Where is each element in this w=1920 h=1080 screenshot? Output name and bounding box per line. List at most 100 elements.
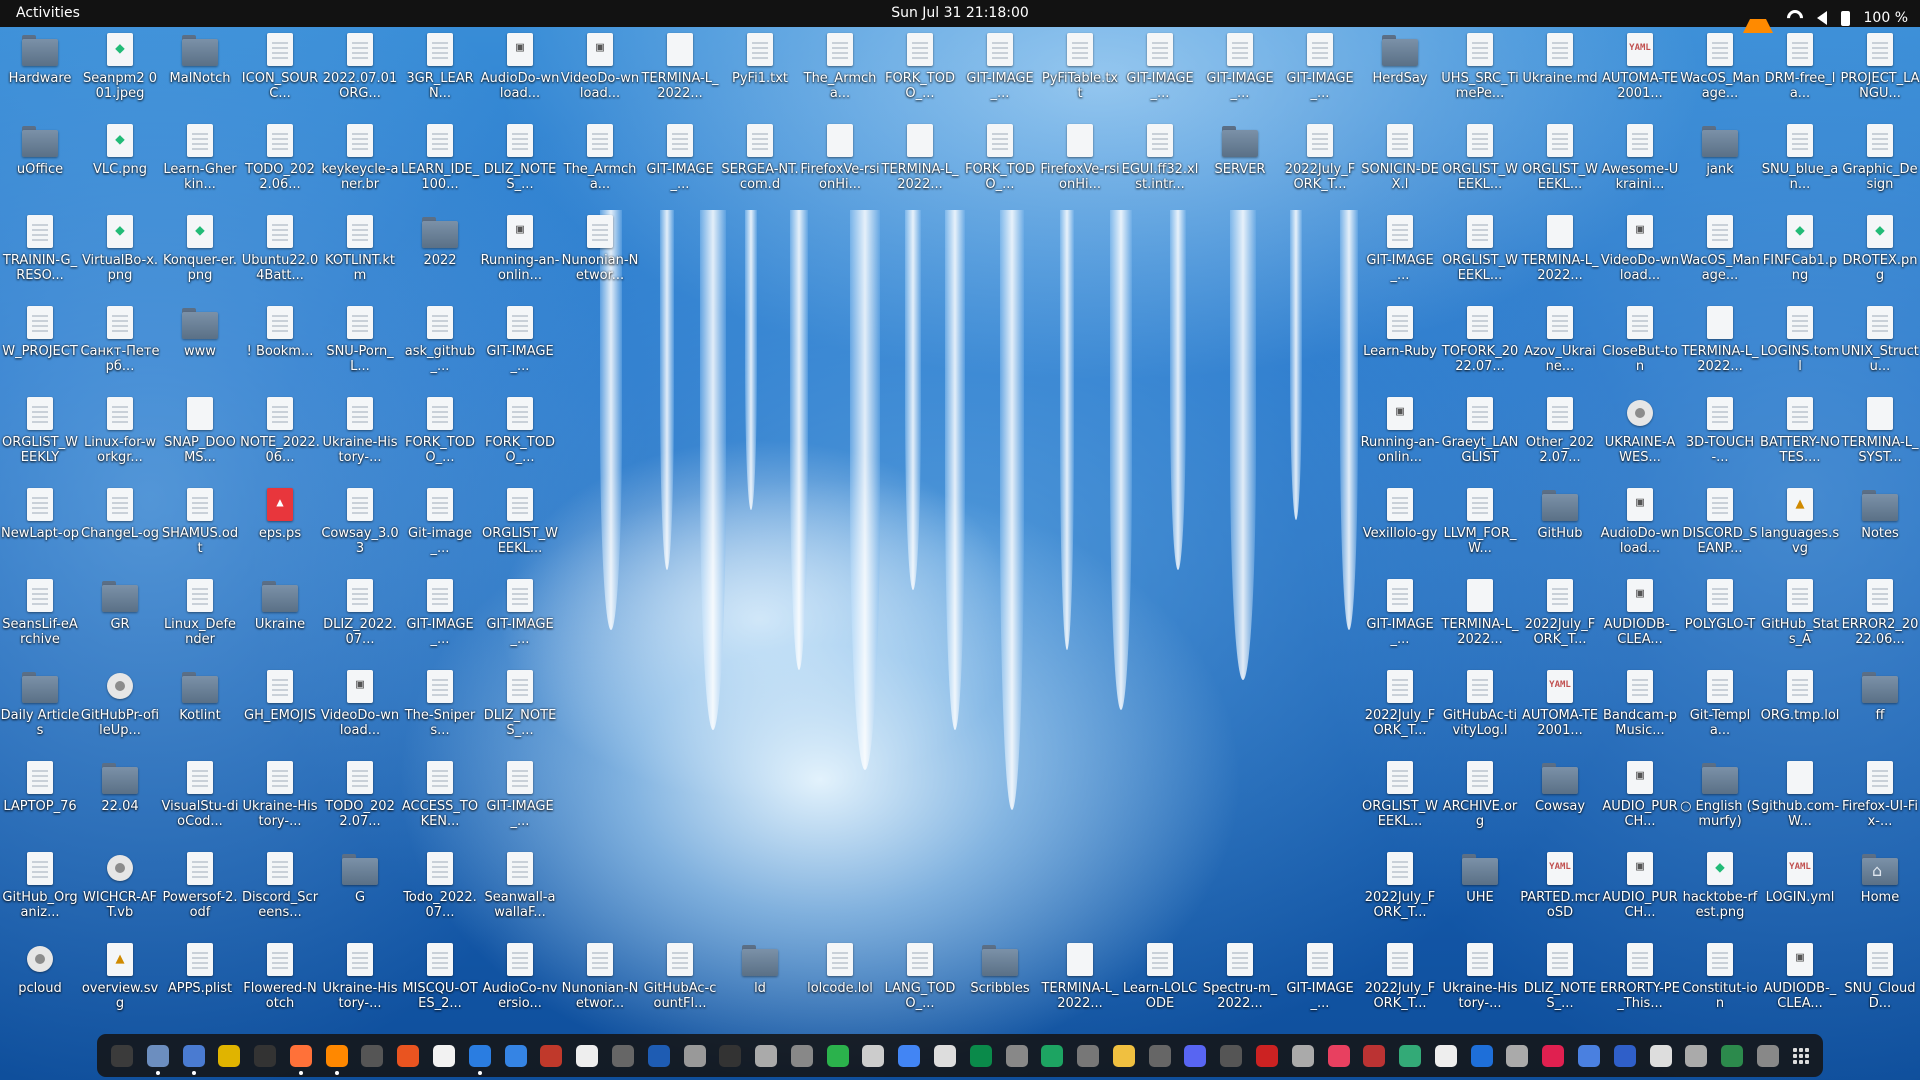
desktop-icon[interactable]: The-Snipers... xyxy=(400,669,480,738)
desktop-icon[interactable]: ○ English (Smurfy) xyxy=(1680,760,1760,829)
desktop-icon[interactable]: Git-Templa... xyxy=(1680,669,1760,738)
desktop-icon[interactable]: FORK_TODO_... xyxy=(400,396,480,465)
desktop-icon[interactable]: VisualStu-dioCod... xyxy=(160,760,240,829)
desktop-icon[interactable]: SNAP_DOOMS... xyxy=(160,396,240,465)
desktop-icon[interactable]: The_Armcha... xyxy=(560,123,640,192)
desktop-icon[interactable]: GIT-IMAGE_... xyxy=(1200,32,1280,101)
dock-terminal2-icon[interactable] xyxy=(254,1044,277,1067)
desktop-icon[interactable]: Graphic_Design xyxy=(1840,123,1920,192)
dock-app22-icon[interactable] xyxy=(1685,1044,1708,1067)
desktop-icon[interactable]: KOTLINT.ktm xyxy=(320,214,400,283)
desktop-icon[interactable]: TERMINA-L_SYST... xyxy=(1840,396,1920,465)
dock-inkscape-icon[interactable] xyxy=(719,1044,742,1067)
desktop-icon[interactable]: FORK_TODO_... xyxy=(960,123,1040,192)
desktop-icon[interactable]: LAPTOP_76 xyxy=(0,760,80,814)
desktop-icon[interactable]: Spectru-m_2022... xyxy=(1200,942,1280,1011)
desktop-icon[interactable]: SERVER xyxy=(1200,123,1280,177)
desktop-icon[interactable]: ORGLIST_WEEKLY xyxy=(0,396,80,465)
desktop-icon[interactable]: Graeyt_LANGLIST xyxy=(1440,396,1520,465)
dock-discord-icon[interactable] xyxy=(1184,1044,1207,1067)
dock-calc-icon[interactable] xyxy=(826,1044,849,1067)
desktop-icon[interactable]: SNU-Porn_L... xyxy=(320,305,400,374)
desktop-icon[interactable]: CloseBut-ton xyxy=(1600,305,1680,374)
desktop-icon[interactable]: 2022 xyxy=(400,214,480,268)
dock-virtualbox-icon[interactable] xyxy=(647,1044,670,1067)
desktop-icon[interactable]: ◆ Seanpm2 001.jpeg xyxy=(80,32,160,101)
desktop-icon[interactable]: GIT-IMAGE_... xyxy=(400,578,480,647)
desktop-icon[interactable]: FORK_TODO_... xyxy=(480,396,560,465)
desktop-icon[interactable]: Learn-Gherkin... xyxy=(160,123,240,192)
desktop-icon[interactable]: ▲ eps.ps xyxy=(240,487,320,541)
dock-show-apps-icon[interactable] xyxy=(1792,1047,1809,1064)
desktop-icon[interactable]: github.com-W... xyxy=(1760,760,1840,829)
desktop-icon[interactable]: SERGEA-NT.com.d xyxy=(720,123,800,192)
desktop-icon[interactable]: ORG.tmp.lol xyxy=(1760,669,1840,723)
desktop-icon[interactable]: POLYGLO-T xyxy=(1680,578,1760,632)
desktop-icon[interactable]: Firefox-UI-Fix-... xyxy=(1840,760,1920,829)
desktop-icon[interactable]: GIT-IMAGE_... xyxy=(1360,578,1440,647)
desktop-icon[interactable]: GIT-IMAGE_... xyxy=(1120,32,1200,101)
desktop-icon[interactable]: ▣ VideoDo-wnload... xyxy=(560,32,640,101)
dock-app5-icon[interactable] xyxy=(1005,1044,1028,1067)
desktop-icon[interactable]: ▣ AUDIODB-_CLEA... xyxy=(1600,578,1680,647)
desktop-icon[interactable]: TERMINA-L_2022... xyxy=(1040,942,1120,1011)
desktop-icon[interactable]: Linux-for-workgr... xyxy=(80,396,160,465)
dock-app3-icon[interactable] xyxy=(933,1044,956,1067)
desktop-icon[interactable]: SNU_blue_an... xyxy=(1760,123,1840,192)
desktop-icon[interactable]: ARCHIVE.org xyxy=(1440,760,1520,829)
desktop-icon[interactable]: lolcode.lol xyxy=(800,942,880,996)
desktop-icon[interactable]: ORGLIST_WEEKL... xyxy=(1440,214,1520,283)
desktop-icon[interactable]: Linux_Defender xyxy=(160,578,240,647)
desktop-icon[interactable]: TERMINA-L_2022... xyxy=(880,123,960,192)
dock-writer-icon[interactable] xyxy=(468,1044,491,1075)
desktop-icon[interactable]: TERMINA-L_2022... xyxy=(1680,305,1760,374)
volume-icon[interactable] xyxy=(1816,11,1827,25)
desktop-icon[interactable]: DLIZ_2022.07... xyxy=(320,578,400,647)
wifi-icon[interactable] xyxy=(1783,6,1806,30)
desktop-icon[interactable]: ACCESS_TOKEN... xyxy=(400,760,480,829)
desktop-icon[interactable]: UHS_SRC_TimePe... xyxy=(1440,32,1520,101)
desktop-icon[interactable]: TERMINA-L_2022... xyxy=(640,32,720,101)
desktop-icon[interactable]: DRM-free_la... xyxy=(1760,32,1840,101)
desktop-icon[interactable]: UHE xyxy=(1440,851,1520,905)
desktop-icon[interactable]: ◆ DROTEX.png xyxy=(1840,214,1920,283)
desktop-icon[interactable]: ▣ Running-an-onlin... xyxy=(1360,396,1440,465)
desktop-icon[interactable]: YAML AUTOMA-TE2001... xyxy=(1600,32,1680,101)
desktop-icon[interactable]: Hardware xyxy=(0,32,80,86)
desktop-icon[interactable]: MalNotch xyxy=(160,32,240,86)
desktop-icon[interactable]: LANG_TODO_... xyxy=(880,942,960,1011)
desktop-icon[interactable]: GIT-IMAGE_... xyxy=(960,32,1040,101)
desktop-icon[interactable]: ◆ Konquer-er.png xyxy=(160,214,240,283)
dock-app15-icon[interactable] xyxy=(1434,1044,1457,1067)
desktop-icon[interactable]: LLVM_FOR_W... xyxy=(1440,487,1520,556)
desktop-icon[interactable]: GitHub_Stats_A xyxy=(1760,578,1840,647)
desktop-icon[interactable]: TODO_2022.06... xyxy=(240,123,320,192)
desktop-icon[interactable]: YAML PARTED.mcroSD xyxy=(1520,851,1600,920)
dock-app18-icon[interactable] xyxy=(1542,1044,1565,1067)
desktop-icon[interactable]: FORK_TODO_... xyxy=(880,32,960,101)
desktop-icon[interactable]: UKRAINE-AWES... xyxy=(1600,396,1680,465)
dock-vlc-icon[interactable] xyxy=(325,1044,348,1075)
desktop-icon[interactable]: ◆ FINFCab1.png xyxy=(1760,214,1840,283)
desktop-icon[interactable]: Awesome-Ukraini... xyxy=(1600,123,1680,192)
desktop-icon[interactable]: 2022.07.01ORG... xyxy=(320,32,400,101)
desktop-icon[interactable]: PROJECT_LANGU... xyxy=(1840,32,1920,101)
desktop-icon[interactable]: Ukraine-History-... xyxy=(320,396,400,465)
desktop-icon[interactable]: GIT-IMAGE_... xyxy=(1280,32,1360,101)
desktop-icon[interactable]: ◆ VLC.png xyxy=(80,123,160,177)
dock-files-icon[interactable] xyxy=(146,1044,169,1075)
dock-app9-icon[interactable] xyxy=(1220,1044,1243,1067)
desktop-icon[interactable]: Ukraine-History-... xyxy=(320,942,400,1011)
desktop-icon[interactable]: GIT-IMAGE_... xyxy=(480,305,560,374)
desktop-icon[interactable]: DISCORD_SEANP... xyxy=(1680,487,1760,556)
dock-notes-icon[interactable] xyxy=(433,1044,456,1067)
system-tray[interactable]: 100 % xyxy=(1742,3,1908,33)
desktop-icon[interactable]: UNIX_Structu... xyxy=(1840,305,1920,374)
desktop-icon[interactable]: AudioCo-nversio... xyxy=(480,942,560,1011)
desktop-icon[interactable]: uOffice xyxy=(0,123,80,177)
dock-search-icon[interactable] xyxy=(862,1044,885,1067)
desktop-icon[interactable]: TOFORK_2022.07... xyxy=(1440,305,1520,374)
desktop-icon[interactable]: GIT-IMAGE_... xyxy=(480,760,560,829)
desktop-icon[interactable]: FirefoxVe-rsionHi... xyxy=(800,123,880,192)
desktop-icon[interactable]: TERMINA-L_2022... xyxy=(1520,214,1600,283)
